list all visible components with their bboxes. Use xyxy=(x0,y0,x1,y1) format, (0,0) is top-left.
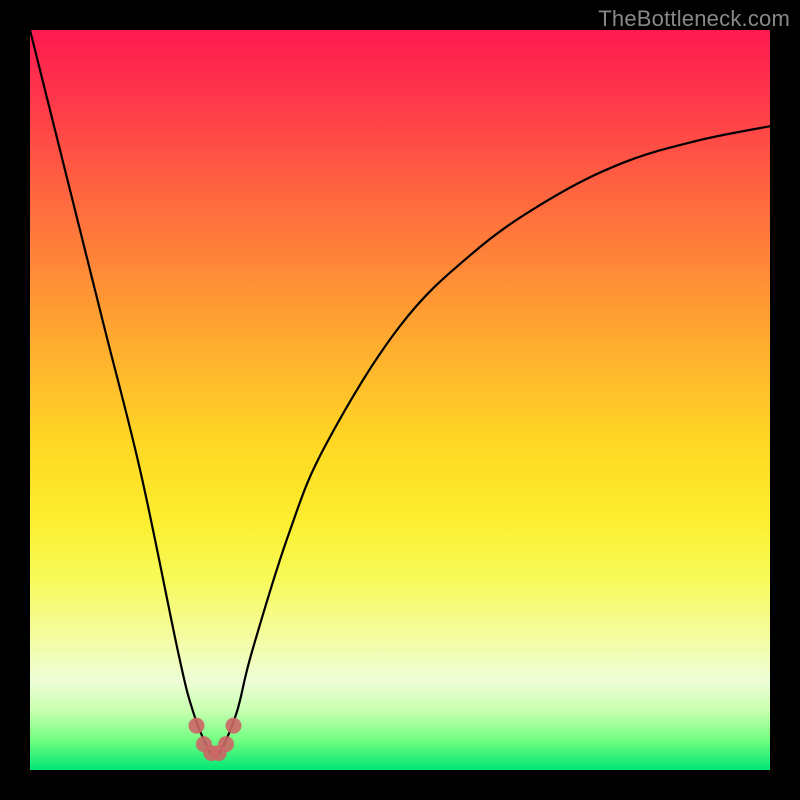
plot-area xyxy=(30,30,770,770)
trough-marker xyxy=(218,736,234,752)
trough-marker xyxy=(226,718,242,734)
trough-marker-group xyxy=(189,718,242,761)
bottleneck-curve-path xyxy=(30,30,770,755)
chart-frame: TheBottleneck.com xyxy=(0,0,800,800)
trough-marker xyxy=(189,718,205,734)
bottleneck-curve-svg xyxy=(30,30,770,770)
watermark-text: TheBottleneck.com xyxy=(598,6,790,32)
